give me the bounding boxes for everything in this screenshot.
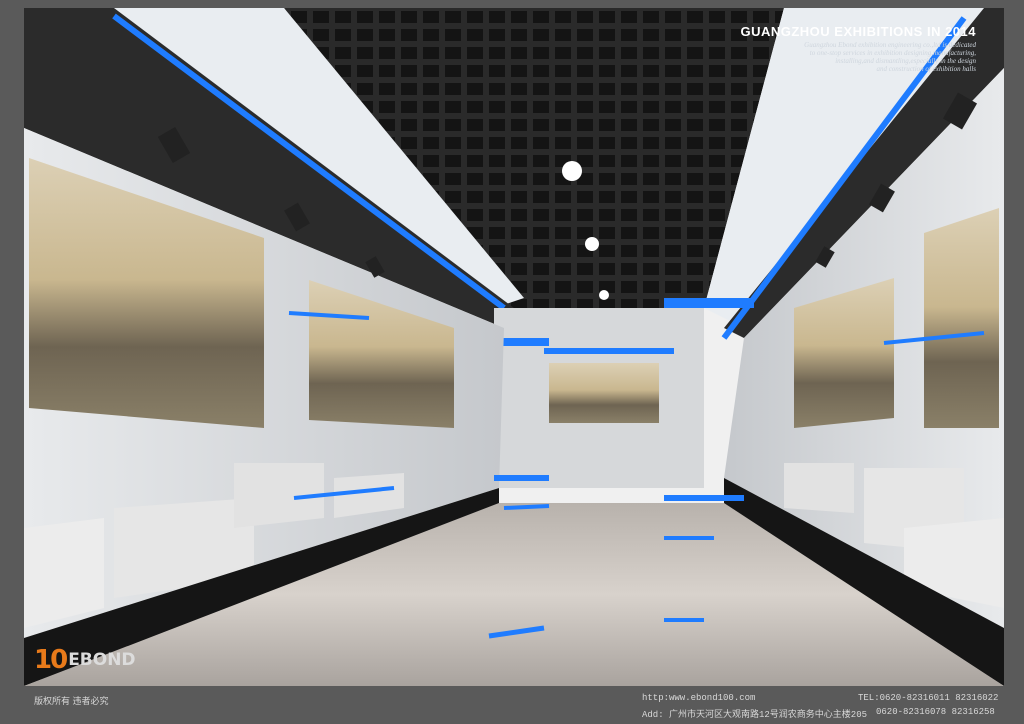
telephone-text: TEL:0620-82316011 82316022	[858, 693, 999, 703]
header-title: GUANGZHOU EXHIBITIONS IN 2014	[740, 24, 976, 39]
ebond-logo: 10 EBOND	[34, 644, 136, 676]
header-caption: GUANGZHOU EXHIBITIONS IN 2014 Guangzhou …	[656, 24, 976, 73]
header-subtitle: Guangzhou Ebond exhibition engineering c…	[656, 41, 976, 73]
copyright-text: 版权所有 违者必究	[34, 696, 109, 706]
header-subtitle-line: installing,and dismantling,especially in…	[835, 57, 976, 65]
website-link[interactable]: http:www.ebond100.com	[642, 693, 755, 703]
telephone-text-2: 0620-82316078 82316258	[876, 707, 995, 717]
logo-mark: 10	[34, 645, 68, 675]
header-subtitle-line: to one-stop services in exhibition desig…	[809, 49, 976, 57]
header-subtitle-line: and construction of exhibition halls	[876, 65, 976, 73]
logo-name: EBOND	[68, 650, 136, 670]
address-text: Add: 广州市天河区大观南路12号润农商务中心主楼205	[642, 710, 868, 720]
exhibition-hall-rendering	[24, 8, 1004, 686]
footer: 版权所有 违者必究 http:www.ebond100.com Add: 广州市…	[0, 686, 1024, 724]
rendering-frame: GUANGZHOU EXHIBITIONS IN 2014 Guangzhou …	[24, 8, 1004, 686]
header-subtitle-line: Guangzhou Ebond exhibition engineering c…	[804, 41, 976, 49]
